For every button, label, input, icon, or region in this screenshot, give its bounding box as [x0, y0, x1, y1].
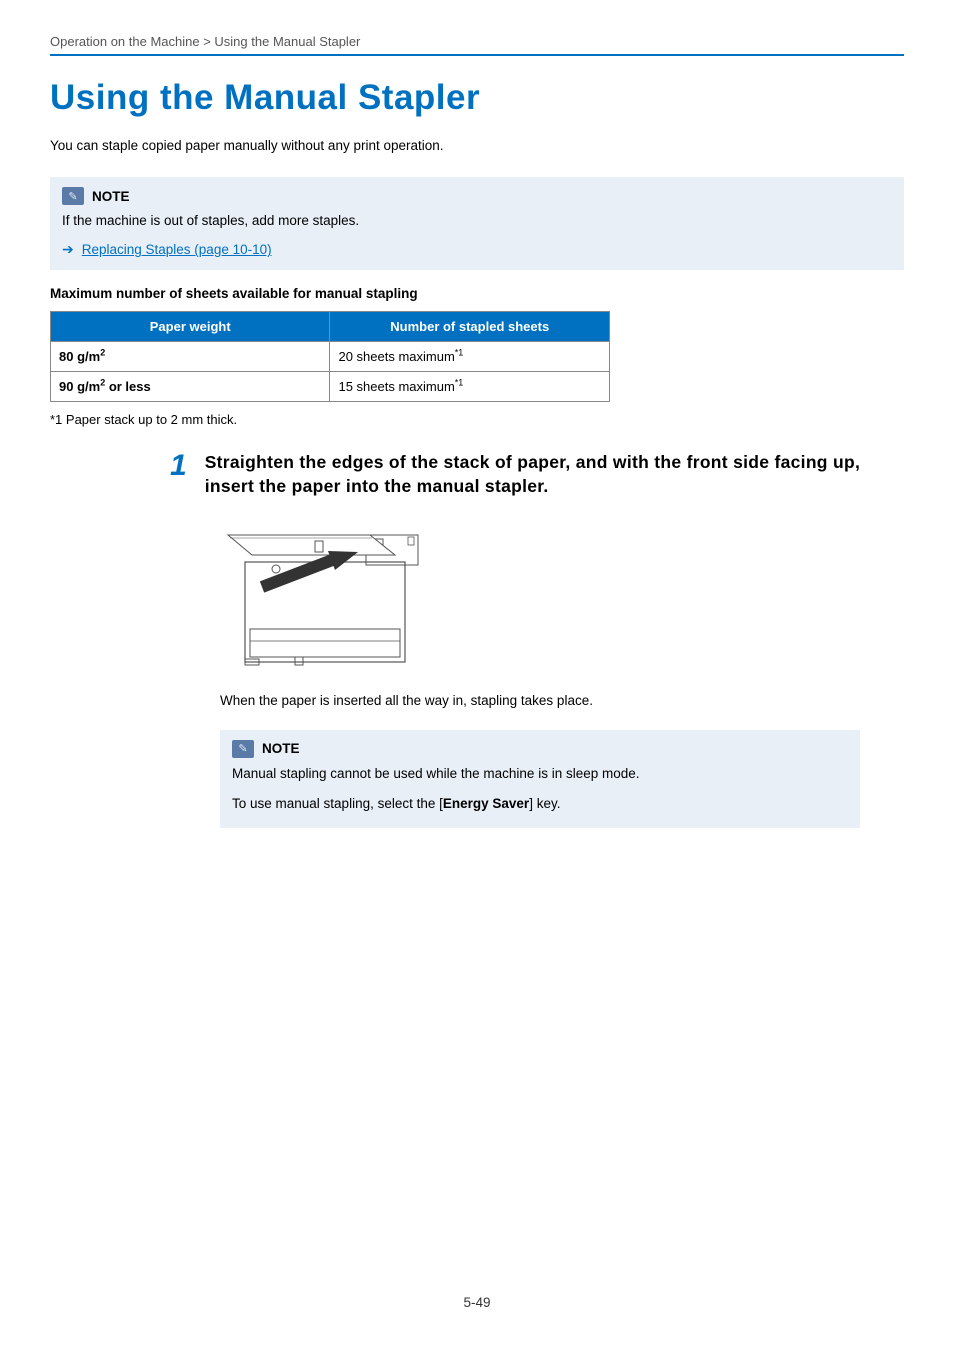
table-footnote: *1 Paper stack up to 2 mm thick. — [50, 412, 904, 427]
note2-line1: Manual stapling cannot be used while the… — [232, 764, 848, 784]
arrow-icon: ➔ — [62, 241, 74, 258]
breadcrumb: Operation on the Machine > Using the Man… — [50, 34, 904, 56]
cell-weight-0: 80 g/m2 — [51, 342, 330, 372]
note2-line2: To use manual stapling, select the [Ener… — [232, 794, 848, 814]
th-stapled-sheets: Number of stapled sheets — [330, 312, 610, 342]
step-heading: Straighten the edges of the stack of pap… — [205, 451, 904, 498]
note-box-1: NOTE If the machine is out of staples, a… — [50, 177, 904, 270]
note-label: NOTE — [262, 741, 300, 756]
page-number: 5-49 — [0, 1295, 954, 1310]
table-row: 90 g/m2 or less 15 sheets maximum*1 — [51, 372, 610, 402]
note-label: NOTE — [92, 189, 130, 204]
stapling-table: Paper weight Number of stapled sheets 80… — [50, 311, 610, 402]
note-box-2: NOTE Manual stapling cannot be used whil… — [220, 730, 860, 829]
step-number: 1 — [170, 451, 187, 481]
step-body: When the paper is inserted all the way i… — [220, 693, 860, 708]
cell-weight-1: 90 g/m2 or less — [51, 372, 330, 402]
page-title: Using the Manual Stapler — [50, 78, 904, 118]
note-icon — [62, 187, 84, 205]
th-paper-weight: Paper weight — [51, 312, 330, 342]
note-icon — [232, 740, 254, 758]
cell-sheets-1: 15 sheets maximum*1 — [330, 372, 610, 402]
replacing-staples-link[interactable]: Replacing Staples (page 10-10) — [82, 242, 272, 257]
table-caption: Maximum number of sheets available for m… — [50, 286, 904, 301]
cell-sheets-0: 20 sheets maximum*1 — [330, 342, 610, 372]
table-row: 80 g/m2 20 sheets maximum*1 — [51, 342, 610, 372]
intro-text: You can staple copied paper manually wit… — [50, 138, 904, 153]
stapler-illustration — [220, 507, 430, 677]
note-body: If the machine is out of staples, add mo… — [62, 211, 892, 231]
